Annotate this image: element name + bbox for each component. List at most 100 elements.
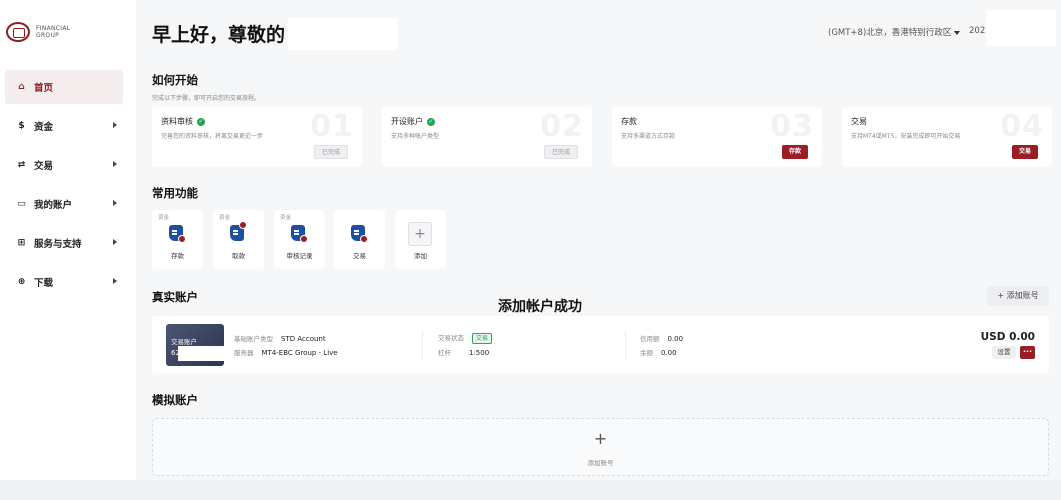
function-label: 取款 xyxy=(232,252,245,260)
step-title: 交易 xyxy=(851,117,867,126)
caret-down-icon xyxy=(954,30,961,35)
server-value: MT4-EBC Group - Live xyxy=(261,349,338,357)
timezone-label: (GMT+8)北京，香港特别行政区 xyxy=(828,28,952,38)
sidebar-nav: ⌂ 首页 $ 资金 ⇄ 交易 ▭ 我的账户 ⊞ 服务与支持 ⊕ 下载 xyxy=(5,70,123,304)
function-tag: 资金 xyxy=(280,215,292,221)
sidebar-item-support[interactable]: ⊞ 服务与支持 xyxy=(5,226,123,260)
function-trade[interactable]: 交易 xyxy=(334,210,385,269)
function-tag: 资金 xyxy=(219,215,231,221)
plus-icon: + xyxy=(408,222,432,246)
function-label: 交易 xyxy=(353,252,366,260)
sidebar-item-label: 我的账户 xyxy=(34,200,73,211)
function-label: 存款 xyxy=(171,252,184,260)
balance-label: 余额 xyxy=(640,349,653,357)
section-title-real-accounts: 真实账户 xyxy=(152,290,198,304)
step-title: 存款 xyxy=(621,117,637,126)
leverage-value: 1:500 xyxy=(469,349,490,357)
brand-logo[interactable]: FINANCIAL GROUP xyxy=(6,22,70,42)
step-card-trade: 04 交易 支持MT4或MT5，安装完成即可开始交易 交易 xyxy=(842,107,1052,167)
status-badge: 交易 xyxy=(472,333,493,344)
trade-icon: ⇄ xyxy=(17,160,26,170)
sidebar-item-download[interactable]: ⊕ 下载 xyxy=(5,265,123,299)
minus-badge-icon xyxy=(239,221,247,229)
check-icon: ✓ xyxy=(197,117,205,126)
chevron-right-icon xyxy=(113,239,117,245)
trade-button[interactable]: 交易 xyxy=(1011,145,1038,159)
add-demo-account-label: 添加账号 xyxy=(587,459,614,467)
add-demo-account-box[interactable]: + 添加账号 xyxy=(152,418,1049,476)
server-label: 服务器 xyxy=(234,349,254,357)
account-thumbnail: 交易账户 62 xyxy=(166,324,224,366)
section-subtitle: 完成以下步骤，即可开启您的交易旅程。 xyxy=(152,95,261,102)
redacted-user-name xyxy=(288,18,398,50)
step-number: 01 xyxy=(310,109,354,144)
step-description: 完善您的资料审核，将离交易更近一步 xyxy=(161,133,264,140)
brand-line-1: FINANCIAL xyxy=(36,25,71,32)
sidebar-item-trade[interactable]: ⇄ 交易 xyxy=(5,148,123,182)
function-review-records[interactable]: 资金 审核记录 xyxy=(274,210,325,269)
toast-message: 添加帐户成功 xyxy=(498,299,582,315)
plus-icon: + xyxy=(593,429,608,448)
step-card-open-account: 02 开设账户 ✓ 支持多种账户类型 已完成 xyxy=(382,107,592,167)
section-title-demo-accounts: 模拟账户 xyxy=(152,393,198,407)
sidebar-item-funds[interactable]: $ 资金 xyxy=(5,109,123,143)
sidebar-item-my-accounts[interactable]: ▭ 我的账户 xyxy=(5,187,123,221)
sidebar-item-label: 资金 xyxy=(34,122,54,133)
function-label: 添加 xyxy=(414,252,427,260)
chevron-right-icon xyxy=(113,161,117,167)
function-withdraw[interactable]: 资金 取款 xyxy=(213,210,264,269)
account-thumb-label: 交易账户 xyxy=(171,338,197,346)
deposit-button[interactable]: 存款 xyxy=(781,145,808,159)
clock-badge-icon xyxy=(300,235,308,243)
divider xyxy=(422,330,423,360)
step-description: 支持多种账户类型 xyxy=(391,133,440,140)
section-title-functions: 常用功能 xyxy=(152,186,198,200)
step-card-deposit: 03 存款 支持多渠道方式存款 存款 xyxy=(612,107,822,167)
account-settings-button[interactable]: 设置 xyxy=(992,346,1016,359)
home-icon: ⌂ xyxy=(18,82,25,92)
chevron-right-icon xyxy=(113,200,117,206)
step-title: 开设账户 xyxy=(391,117,423,126)
function-deposit[interactable]: 资金 存款 xyxy=(152,210,203,269)
step-status-badge: 已完成 xyxy=(543,145,578,159)
credit-label: 信用额 xyxy=(640,335,660,343)
step-card-kyc: 01 资料审核 ✓ 完善您的资料审核，将离交易更近一步 已完成 xyxy=(152,107,362,167)
add-account-button[interactable]: + 添加账号 xyxy=(987,286,1049,306)
brand-line-2: GROUP xyxy=(36,32,60,39)
divider xyxy=(625,330,626,360)
step-number: 02 xyxy=(540,109,584,144)
page-footer-strip xyxy=(0,480,1061,500)
timezone-selector[interactable]: (GMT+8)北京，香港特别行政区 xyxy=(828,26,961,38)
account-card[interactable]: 交易账户 62 基础账户类型 STD Account 服务器 MT4-EBC Gro… xyxy=(152,316,1049,373)
balance-value: 0.00 xyxy=(661,349,677,357)
main-content: 早上好，尊敬的 (GMT+8)北京，香港特别行政区 2023 如何开始 完成以下… xyxy=(136,0,1061,480)
account-type-value: STD Account xyxy=(281,335,326,343)
download-icon: ⊕ xyxy=(17,277,26,287)
step-status-badge: 已完成 xyxy=(313,145,348,159)
badge-icon xyxy=(360,235,368,243)
sidebar: FINANCIAL GROUP ⌂ 首页 $ 资金 ⇄ 交易 ▭ 我的账户 ⊞ … xyxy=(0,0,136,480)
sidebar-item-label: 服务与支持 xyxy=(34,239,82,250)
function-tag: 资金 xyxy=(158,215,170,221)
more-options-button[interactable]: ··· xyxy=(1020,346,1035,359)
badge-icon xyxy=(178,235,186,243)
sidebar-item-home[interactable]: ⌂ 首页 xyxy=(5,70,123,104)
account-total-balance: USD 0.00 xyxy=(980,331,1035,343)
sidebar-item-label: 下载 xyxy=(34,278,54,289)
page-greeting: 早上好，尊敬的 xyxy=(152,24,286,46)
leverage-label: 杠杆 xyxy=(438,349,451,357)
step-title: 资料审核 xyxy=(161,117,193,126)
step-number: 03 xyxy=(770,109,814,144)
logo-emblem-icon xyxy=(6,22,30,42)
chevron-right-icon xyxy=(113,278,117,284)
dollar-circle-icon: $ xyxy=(18,121,25,131)
function-label: 审核记录 xyxy=(286,252,313,260)
account-type-label: 基础账户类型 xyxy=(234,335,273,343)
section-title-getting-started: 如何开始 xyxy=(152,73,198,87)
trade-status-label: 交易状态 xyxy=(438,334,464,342)
step-description: 支持MT4或MT5，安装完成即可开始交易 xyxy=(851,133,961,140)
step-number: 04 xyxy=(1000,109,1044,144)
folder-icon: ▭ xyxy=(17,199,26,209)
grid-icon: ⊞ xyxy=(17,238,26,248)
function-add[interactable]: + 添加 xyxy=(395,210,446,269)
